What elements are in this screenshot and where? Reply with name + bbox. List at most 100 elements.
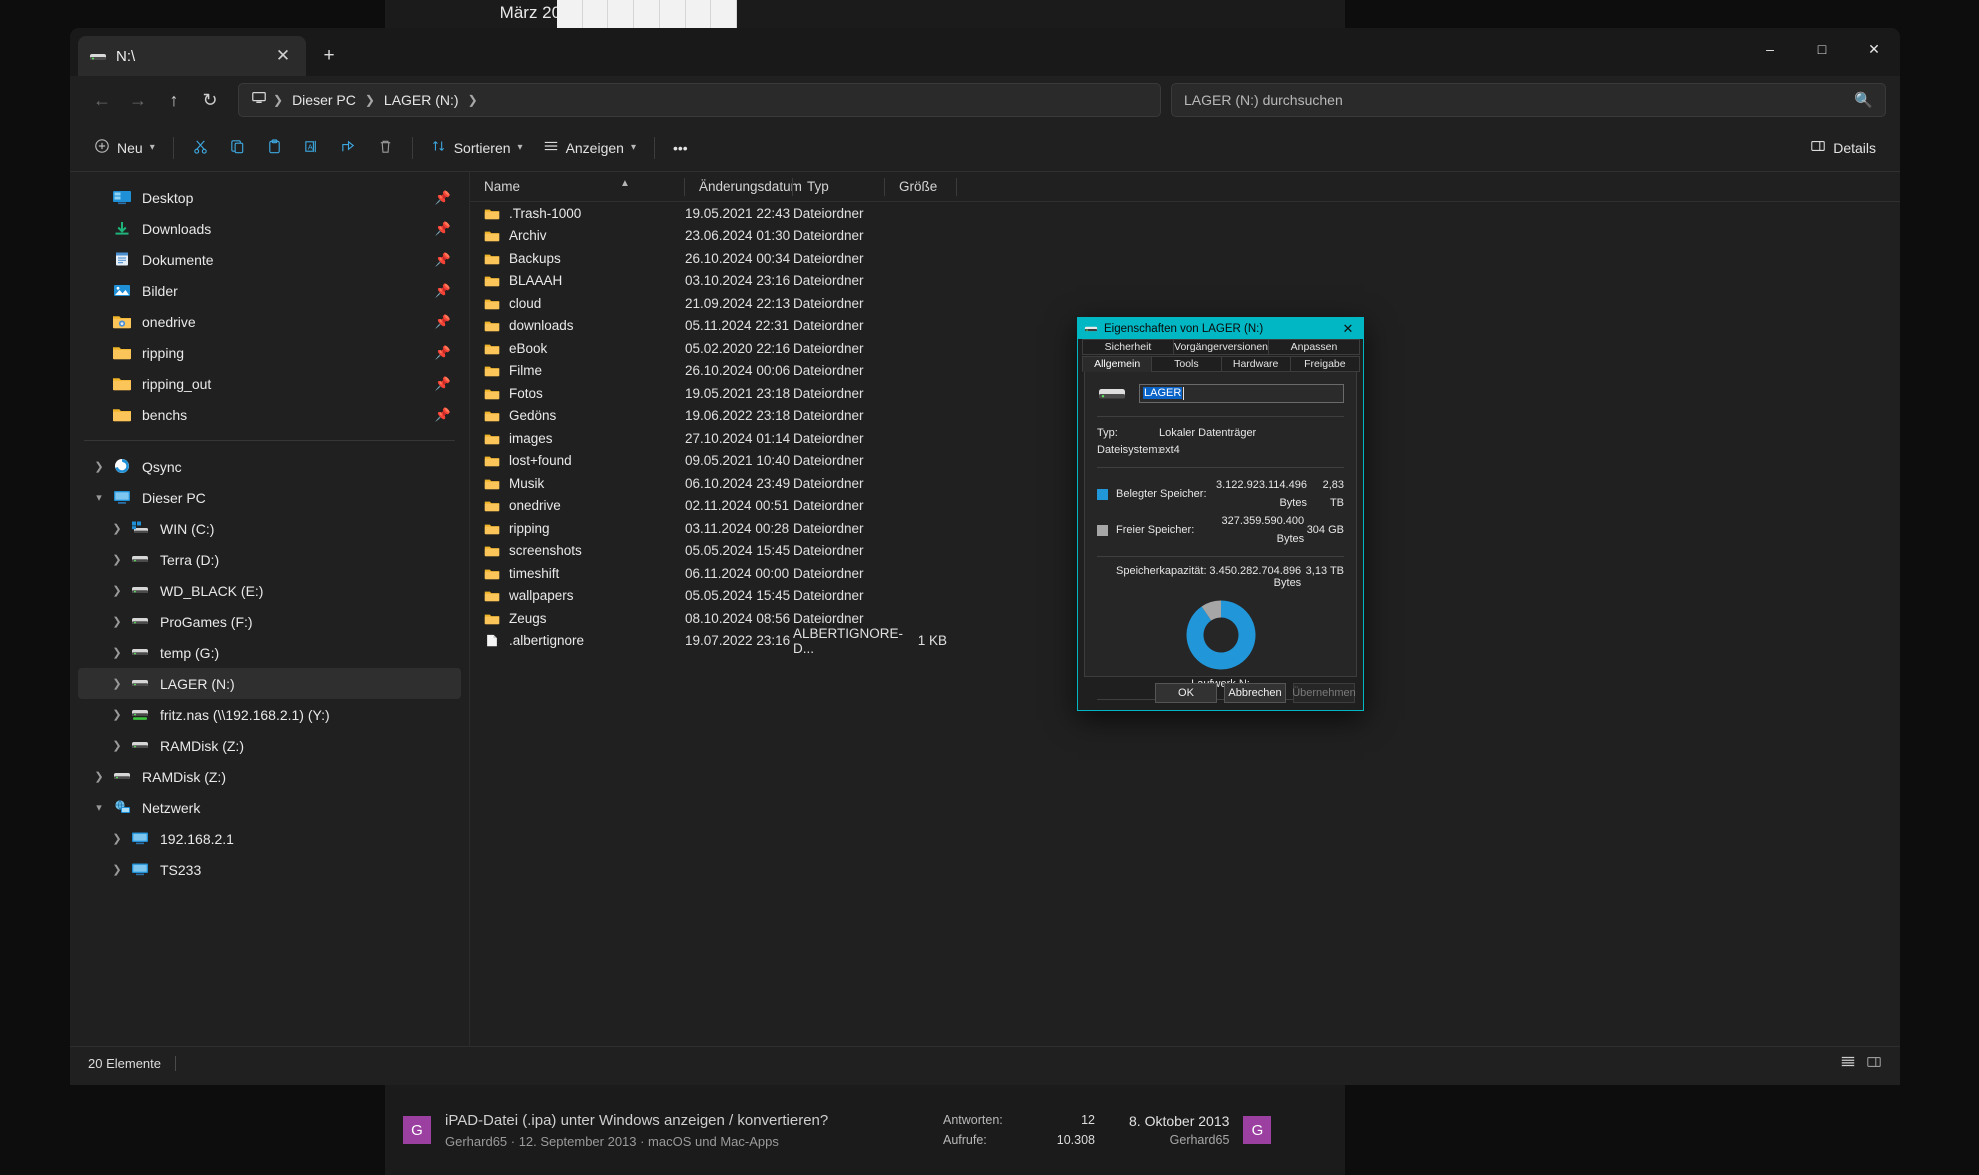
share-button[interactable] [330,131,367,165]
chevron-right-icon[interactable]: ❯ [104,553,130,566]
dialog-tab-sicherheit[interactable]: Sicherheit [1082,339,1174,355]
sidebar-item-fritz-nas-192-168-2-1-y-[interactable]: ❯fritz.nas (\\192.168.2.1) (Y:) [78,699,461,730]
chevron-right-icon[interactable]: ❯ [104,584,130,597]
pin-icon[interactable]: 📌 [435,314,451,330]
list-view-icon[interactable] [1866,1054,1882,1073]
plus-icon[interactable]: + [312,39,346,73]
chevron-down-icon: ▾ [518,142,523,153]
maximize-icon[interactable]: □ [1796,28,1848,70]
pin-icon[interactable]: 📌 [435,283,451,299]
pin-icon[interactable]: 📌 [435,221,451,237]
pin-icon[interactable]: 📌 [435,376,451,392]
cell-date: 03.11.2024 00:28 [685,521,793,536]
volume-name-input[interactable]: LAGER [1139,384,1344,403]
chevron-right-icon[interactable]: ❯ [104,677,130,690]
chevron-down-icon[interactable]: ▾ [86,801,112,814]
sidebar-item-wd-black-e-[interactable]: ❯WD_BLACK (E:) [78,575,461,606]
table-row[interactable]: Backups26.10.2024 00:34Dateiordner [470,247,1900,270]
cancel-button[interactable]: Abbrechen [1224,683,1286,703]
arrow-left-icon[interactable]: ← [84,83,120,117]
sidebar-item-benchs[interactable]: benchs📌 [78,399,461,430]
sidebar-item-ripping[interactable]: ripping📌 [78,337,461,368]
navigation-sidebar[interactable]: Desktop📌Downloads📌Dokumente📌Bilder📌onedr… [70,172,470,1046]
search-icon[interactable]: 🔍 [1854,91,1873,109]
tab-drive-n[interactable]: N:\ ✕ [78,36,306,76]
sidebar-item-ramdisk-z-[interactable]: ❯RAMDisk (Z:) [78,761,461,792]
table-row[interactable]: .Trash-100019.05.2021 22:43Dateiordner [470,202,1900,225]
breadcrumb-item-lager[interactable]: LAGER (N:) [375,92,468,108]
breadcrumb[interactable]: ❯ Dieser PC ❯ LAGER (N:) ❯ [238,83,1161,117]
more-options-button[interactable]: ••• [663,131,698,165]
sidebar-item-dokumente[interactable]: Dokumente📌 [78,244,461,275]
forum-post-title[interactable]: iPAD-Datei (.ipa) unter Windows anzeigen… [445,1112,915,1129]
sidebar-item-terra-d-[interactable]: ❯Terra (D:) [78,544,461,575]
dialog-tab-tools[interactable]: Tools [1151,356,1221,372]
column-header-date[interactable]: Änderungsdatum [685,172,793,202]
dialog-tab-freigabe[interactable]: Freigabe [1290,356,1360,372]
forum-post-bar[interactable]: G iPAD-Datei (.ipa) unter Windows anzeig… [385,1085,1345,1175]
sidebar-item-onedrive[interactable]: onedrive📌 [78,306,461,337]
chevron-right-icon[interactable]: ❯ [104,739,130,752]
refresh-icon[interactable]: ↻ [192,83,228,117]
sidebar-item-lager-n-[interactable]: ❯LAGER (N:) [78,668,461,699]
column-header-size[interactable]: Größe [885,172,957,202]
dialog-tab-allgemein[interactable]: Allgemein [1082,356,1152,372]
dialog-tab-vorg-ngerversionen[interactable]: Vorgängerversionen [1173,339,1269,355]
pin-icon[interactable]: 📌 [435,407,451,423]
sidebar-item-desktop[interactable]: Desktop📌 [78,182,461,213]
view-button[interactable]: Anzeigen ▾ [533,131,646,165]
copy-button[interactable] [219,131,256,165]
column-header-type[interactable]: Typ [793,172,885,202]
pin-icon[interactable]: 📌 [435,345,451,361]
cut-button[interactable] [182,131,219,165]
detail-view-icon[interactable] [1840,1054,1856,1073]
minimize-icon[interactable]: – [1744,28,1796,70]
file-name-label: Filme [509,363,542,378]
sidebar-item-netzwerk[interactable]: ▾Netzwerk [78,792,461,823]
rename-button[interactable]: A [293,131,330,165]
search-input[interactable]: LAGER (N:) durchsuchen 🔍 [1171,83,1886,117]
chevron-down-icon[interactable]: ▾ [86,491,112,504]
details-pane-button[interactable]: Details [1800,131,1886,165]
sidebar-item-192-168-2-1[interactable]: ❯ 192.168.2.1 [78,823,461,854]
dialog-tab-hardware[interactable]: Hardware [1221,356,1291,372]
new-button[interactable]: Neu ▾ [84,131,165,165]
sidebar-item-ramdisk-z-[interactable]: ❯RAMDisk (Z:) [78,730,461,761]
pin-icon[interactable]: 📌 [435,190,451,206]
sidebar-item-label: 192.168.2.1 [160,831,234,847]
chevron-right-icon[interactable]: ❯ [104,615,130,628]
sidebar-item-ts233[interactable]: ❯TS233 [78,854,461,885]
chevron-right-icon[interactable]: ❯ [86,460,112,473]
chevron-right-icon[interactable]: ❯ [86,770,112,783]
close-icon[interactable]: ✕ [1339,321,1357,337]
sidebar-item-win-c-[interactable]: ❯WIN (C:) [78,513,461,544]
chevron-right-icon[interactable]: ❯ [104,646,130,659]
chevron-right-icon[interactable]: ❯ [104,832,130,845]
sidebar-item-temp-g-[interactable]: ❯temp (G:) [78,637,461,668]
sort-button[interactable]: Sortieren ▾ [421,131,533,165]
close-icon[interactable]: ✕ [1848,28,1900,70]
chevron-right-icon[interactable]: ❯ [104,863,130,876]
sidebar-item-progames-f-[interactable]: ❯ProGames (F:) [78,606,461,637]
arrow-right-icon[interactable]: → [120,83,156,117]
column-header-name[interactable]: Name ▲ [470,172,685,202]
windows-drive-icon [130,520,152,538]
table-row[interactable]: BLAAAH03.10.2024 23:16Dateiordner [470,270,1900,293]
pin-icon[interactable]: 📌 [435,252,451,268]
chevron-right-icon[interactable]: ❯ [104,522,130,535]
sidebar-item-bilder[interactable]: Bilder📌 [78,275,461,306]
sidebar-item-ripping-out[interactable]: ripping_out📌 [78,368,461,399]
chevron-right-icon[interactable]: ❯ [104,708,130,721]
dialog-tab-anpassen[interactable]: Anpassen [1268,339,1360,355]
table-row[interactable]: cloud21.09.2024 22:13Dateiordner [470,292,1900,315]
table-row[interactable]: Archiv23.06.2024 01:30Dateiordner [470,225,1900,248]
paste-button[interactable] [256,131,293,165]
arrow-up-icon[interactable]: ↑ [156,83,192,117]
sidebar-item-dieser-pc[interactable]: ▾Dieser PC [78,482,461,513]
sidebar-item-downloads[interactable]: Downloads📌 [78,213,461,244]
breadcrumb-item-dieser-pc[interactable]: Dieser PC [283,92,365,108]
delete-button[interactable] [367,131,404,165]
ok-button[interactable]: OK [1155,683,1217,703]
sidebar-item-qsync[interactable]: ❯Qsync [78,451,461,482]
close-icon[interactable]: ✕ [270,46,296,66]
